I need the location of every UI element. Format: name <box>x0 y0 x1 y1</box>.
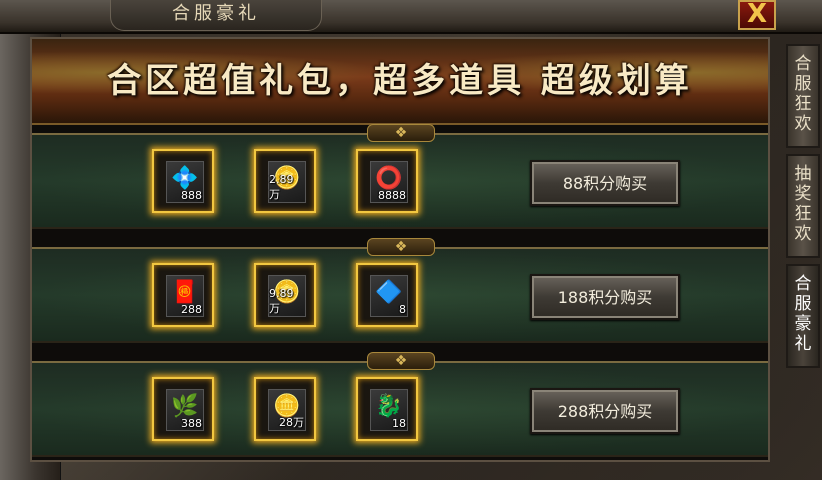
item-count: 288 <box>181 303 202 316</box>
item-slot[interactable]: 🧧 288 <box>152 263 214 327</box>
buy-button-88[interactable]: 88积分购买 <box>530 160 680 206</box>
main-panel: 合区超值礼包，超多道具 超级划算 ❖ 💠 888 🪙 2.89万 ⭕ 8888 … <box>30 37 770 462</box>
tab-label-line2: 狂欢 <box>794 204 812 244</box>
row-ornament-icon: ❖ <box>367 238 435 256</box>
item-count: 8 <box>399 303 406 316</box>
row-ornament-icon: ❖ <box>367 124 435 142</box>
tab-hefu-kuanghuan[interactable]: 合服 狂欢 <box>786 44 820 148</box>
tab-choujiang-kuanghuan[interactable]: 抽奖 狂欢 <box>786 154 820 258</box>
item-slot[interactable]: 🪙 9.89万 <box>254 263 316 327</box>
item-slot[interactable]: ⭕ 8888 <box>356 149 418 213</box>
tab-label-line1: 合服 <box>794 274 812 314</box>
package-row-2: ❖ 🧧 288 🪙 9.89万 🔷 8 188积分购买 <box>32 238 768 343</box>
item-count: 9.89万 <box>269 287 294 315</box>
item-count: 18 <box>392 417 406 430</box>
banner-text: 合区超值礼包，超多道具 超级划算 <box>107 61 693 101</box>
tab-label-line2: 狂欢 <box>794 94 812 134</box>
promo-banner: 合区超值礼包，超多道具 超级划算 <box>32 39 768 125</box>
close-icon: X <box>746 0 768 29</box>
item-count: 8888 <box>378 189 406 202</box>
tab-hefu-haoli[interactable]: 合服 豪礼 <box>786 264 820 368</box>
tab-label-line2: 豪礼 <box>794 314 812 354</box>
item-slot[interactable]: 🌿 388 <box>152 377 214 441</box>
item-count: 388 <box>181 417 202 430</box>
buy-button-288[interactable]: 288积分购买 <box>530 388 680 434</box>
row-ornament-icon: ❖ <box>367 352 435 370</box>
item-count: 28万 <box>279 416 304 429</box>
tab-label-line1: 合服 <box>794 54 812 94</box>
item-count: 2.89万 <box>269 173 294 201</box>
tab-label-line1: 抽奖 <box>794 164 812 204</box>
package-row-3: ❖ 🌿 388 🪙 28万 🐉 18 288积分购买 <box>32 352 768 457</box>
item-slot[interactable]: 🐉 18 <box>356 377 418 441</box>
window-title: 合服豪礼 <box>110 0 322 31</box>
item-slot[interactable]: 💠 888 <box>152 149 214 213</box>
item-slot[interactable]: 🪙 28万 <box>254 377 316 441</box>
item-slot[interactable]: 🪙 2.89万 <box>254 149 316 213</box>
item-slot[interactable]: 🔷 8 <box>356 263 418 327</box>
close-button[interactable]: X <box>738 0 776 30</box>
package-row-1: ❖ 💠 888 🪙 2.89万 ⭕ 8888 88积分购买 <box>32 124 768 229</box>
item-count: 888 <box>181 189 202 202</box>
buy-button-188[interactable]: 188积分购买 <box>530 274 680 320</box>
